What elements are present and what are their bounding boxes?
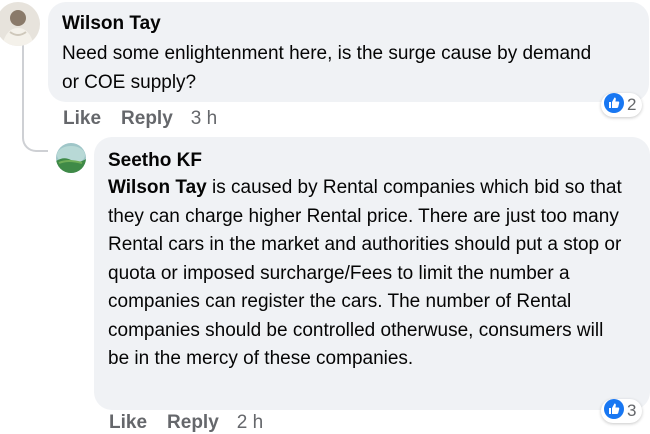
like-icon <box>604 398 624 424</box>
reply-actions: Like Reply 2 h <box>109 412 263 434</box>
reply-timestamp[interactable]: 2 h <box>237 412 263 434</box>
like-button[interactable]: Like <box>63 108 101 130</box>
comment-actions: Like Reply 3 h <box>63 108 217 130</box>
comment-reactions[interactable]: 2 <box>601 92 643 118</box>
reply-body: is caused by Rental companies which bid … <box>108 177 622 369</box>
reaction-count: 2 <box>627 95 637 114</box>
reply-button[interactable]: Reply <box>167 412 219 434</box>
thread-connector <box>22 136 48 152</box>
mention-link[interactable]: Wilson Tay <box>108 177 207 198</box>
comment-text: Need some enlightenment here, is the sur… <box>62 43 592 93</box>
reply-text: Wilson Tay is caused by Rental companies… <box>108 174 624 374</box>
thread-line <box>22 44 24 136</box>
reply-author[interactable]: Seetho KF <box>108 150 202 172</box>
reaction-count: 3 <box>627 401 637 420</box>
avatar-seetho-kf[interactable] <box>56 143 86 173</box>
avatar-wilson-tay[interactable] <box>0 2 40 46</box>
reply-button[interactable]: Reply <box>121 108 173 130</box>
comment-timestamp[interactable]: 3 h <box>191 108 217 130</box>
like-icon <box>604 92 624 118</box>
like-button[interactable]: Like <box>109 412 147 434</box>
comment-author[interactable]: Wilson Tay <box>62 13 161 35</box>
reply-reactions[interactable]: 3 <box>601 398 643 424</box>
